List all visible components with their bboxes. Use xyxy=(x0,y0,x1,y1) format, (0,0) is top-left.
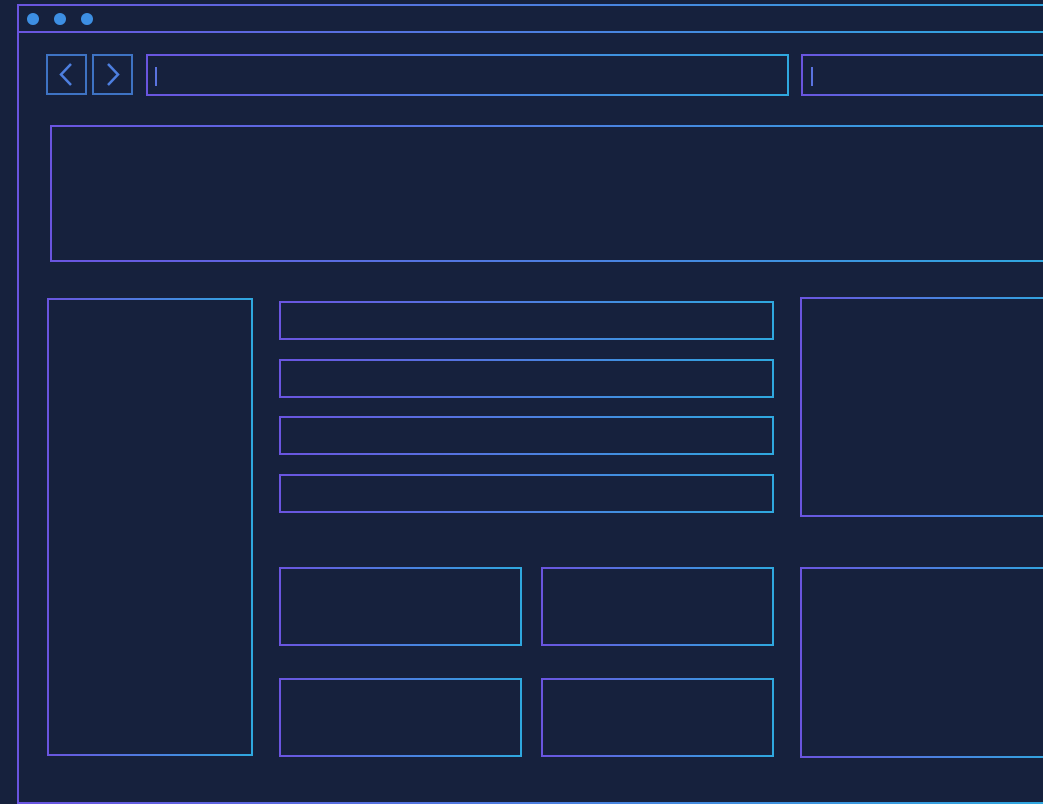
window-control-dot[interactable] xyxy=(81,13,93,25)
card-placeholder[interactable] xyxy=(279,678,522,757)
chevron-left-icon xyxy=(59,63,72,86)
list-item[interactable] xyxy=(279,474,774,513)
back-button[interactable] xyxy=(46,54,87,95)
card-placeholder[interactable] xyxy=(541,567,774,646)
text-cursor xyxy=(811,67,813,86)
list-item[interactable] xyxy=(279,301,774,340)
card-placeholder[interactable] xyxy=(279,567,522,646)
banner-placeholder xyxy=(50,125,1043,262)
address-bar[interactable] xyxy=(146,54,789,96)
window-control-dot[interactable] xyxy=(54,13,66,25)
card-placeholder[interactable] xyxy=(541,678,774,757)
search-bar[interactable] xyxy=(801,54,1043,96)
right-panel-placeholder xyxy=(800,567,1043,758)
chevron-right-icon xyxy=(107,63,120,86)
text-cursor xyxy=(155,67,157,86)
right-panel-placeholder xyxy=(800,297,1043,517)
titlebar-divider xyxy=(17,31,1043,33)
window-control-dot[interactable] xyxy=(27,13,39,25)
sidebar-placeholder xyxy=(47,298,253,756)
list-item[interactable] xyxy=(279,416,774,455)
list-item[interactable] xyxy=(279,359,774,398)
forward-button[interactable] xyxy=(92,54,133,95)
